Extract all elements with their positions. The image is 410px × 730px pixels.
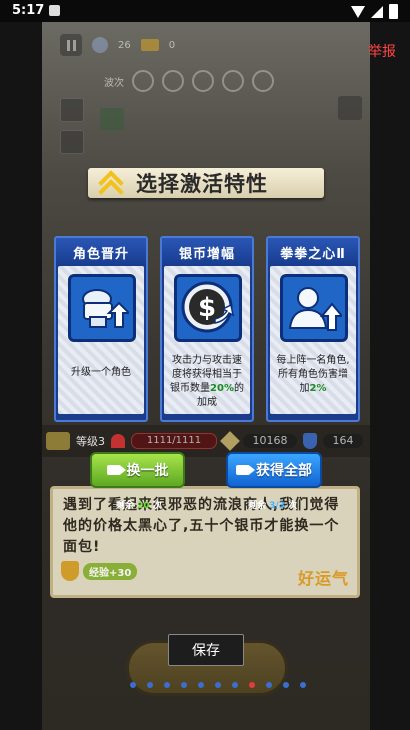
banner-title: 选择激活特性 (136, 172, 268, 196)
event-text: 遇到了看起来很邪恶的流浪商人,我们觉得他的价格太黑心了,五十个银币才能换一个面包… (63, 497, 340, 555)
remain-suffix: 次 (288, 501, 298, 511)
wifi-icon (351, 5, 365, 18)
get-all-remaining: 剩余 3/3 次 (248, 498, 297, 511)
wave-node-icon (162, 70, 184, 92)
ticket-icon (140, 39, 159, 51)
remain-prefix: 剩余 (248, 501, 267, 511)
trait-card-promotion[interactable]: 角色晋升 升级一个角色 (54, 236, 148, 422)
chart-button[interactable] (338, 96, 362, 120)
wave-node-icon (132, 70, 154, 92)
remain-prefix: 剩余 (116, 501, 135, 511)
card-title: 银币增幅 (162, 238, 252, 266)
silver-coin-icon: $ (174, 274, 242, 342)
gem-icon (92, 37, 108, 53)
pager-dot (147, 682, 153, 688)
save-tooltip[interactable]: 保存 (168, 634, 244, 666)
status-icons (351, 4, 398, 19)
card-desc-highlight: 20% (210, 383, 234, 394)
remain-count: 20 (137, 501, 150, 511)
player-stats: 等级3 1111/1111 10168 164 (42, 425, 370, 457)
pager-dot (283, 682, 289, 688)
double-chevron-up-icon (98, 170, 124, 196)
sword-icon (220, 431, 240, 451)
card-description: 攻击力与攻击速度将获得相当于银币数量20%的加成 (168, 354, 246, 410)
speed-button[interactable] (60, 98, 84, 122)
ticket-count: 0 (168, 39, 176, 51)
status-bar: 5:17 (0, 0, 410, 22)
event-dialog: 遇到了看起来很邪恶的流浪商人,我们觉得他的价格太黑心了,五十个银币才能换一个面包… (50, 486, 360, 598)
toilet-upgrade-icon (68, 274, 136, 342)
trait-card-fist-heart[interactable]: 拳拳之心Ⅱ 每上阵一名角色,所有角色伤害增加2% (266, 236, 360, 422)
card-body: $ 攻击力与攻击速度将获得相当于银币数量20%的加成 (164, 266, 250, 414)
trait-cards: 角色晋升 升级一个角色 银币增幅 $ 攻击力与攻击速度将获得相当于银币数量20%… (54, 236, 360, 422)
book-button[interactable] (60, 130, 84, 154)
card-title: 拳拳之心Ⅱ (268, 238, 358, 266)
card-description: 每上阵一名角色,所有角色伤害增加2% (274, 354, 352, 396)
wave-node-icon (192, 70, 214, 92)
refresh-remaining: 剩余 20 次 (116, 498, 162, 511)
gem-count: 26 (118, 39, 131, 51)
pager-dot (266, 682, 272, 688)
pager-dot (130, 682, 136, 688)
game-area: 26 0 波次 选择激活特性 角色晋升 升级一个角色 银币增幅 $ 攻击力与攻击… (42, 22, 370, 730)
pager-dot (164, 682, 170, 688)
left-letterbox (0, 22, 42, 730)
get-all-button[interactable]: 获得全部 (226, 452, 322, 488)
shield-icon (303, 433, 317, 449)
card-description: 升级一个角色 (71, 367, 131, 378)
remain-count: 3/3 (269, 501, 285, 511)
pager-dot (300, 682, 306, 688)
refresh-button[interactable]: 换一批 (90, 452, 185, 488)
wave-node-icon (252, 70, 274, 92)
heart-icon[interactable] (100, 108, 124, 130)
pager-dot (232, 682, 238, 688)
video-icon (106, 465, 126, 475)
card-title: 角色晋升 (56, 238, 146, 266)
trait-card-silver-boost[interactable]: 银币增幅 $ 攻击力与攻击速度将获得相当于银币数量20%的加成 (160, 236, 254, 422)
card-desc-highlight: 2% (309, 383, 327, 394)
refresh-label: 换一批 (126, 463, 169, 479)
level-text: 等级3 (76, 435, 105, 448)
exp-reward: 经验+30 (61, 561, 138, 581)
pager-dot (198, 682, 204, 688)
exp-text: 经验+30 (83, 562, 138, 580)
pager-dots (130, 682, 306, 688)
card-body: 每上阵一名角色,所有角色伤害增加2% (270, 266, 356, 414)
attack-value: 10168 (243, 434, 297, 448)
hp-bar: 1111/1111 (131, 433, 217, 449)
video-icon (236, 465, 255, 475)
right-letterbox (370, 22, 410, 730)
card-body: 升级一个角色 (58, 266, 144, 414)
wave-progress: 波次 (104, 70, 274, 92)
wave-label: 波次 (104, 77, 124, 89)
pause-button[interactable] (60, 34, 82, 56)
heart-hp-icon (111, 434, 125, 448)
report-link[interactable]: 举报 (368, 41, 396, 61)
signal-icon (371, 5, 383, 18)
get-all-label: 获得全部 (256, 463, 312, 479)
hud-top-row: 26 0 (60, 34, 175, 56)
pager-dot (249, 682, 255, 688)
status-time: 5:17 (12, 3, 45, 18)
defense-value: 164 (323, 434, 363, 448)
notification-app-icon (49, 5, 60, 16)
pager-dot (215, 682, 221, 688)
battery-icon (389, 4, 398, 19)
level-badge-icon (46, 432, 70, 450)
pager-dot (181, 682, 187, 688)
select-trait-banner: 选择激活特性 (88, 168, 324, 198)
wave-node-icon (222, 70, 244, 92)
luck-label: 好运气 (297, 569, 349, 588)
svg-text:$: $ (198, 293, 216, 323)
remain-suffix: 次 (152, 501, 162, 511)
left-tools (60, 98, 84, 154)
person-upgrade-icon (280, 274, 348, 342)
exp-shield-icon (61, 561, 79, 581)
